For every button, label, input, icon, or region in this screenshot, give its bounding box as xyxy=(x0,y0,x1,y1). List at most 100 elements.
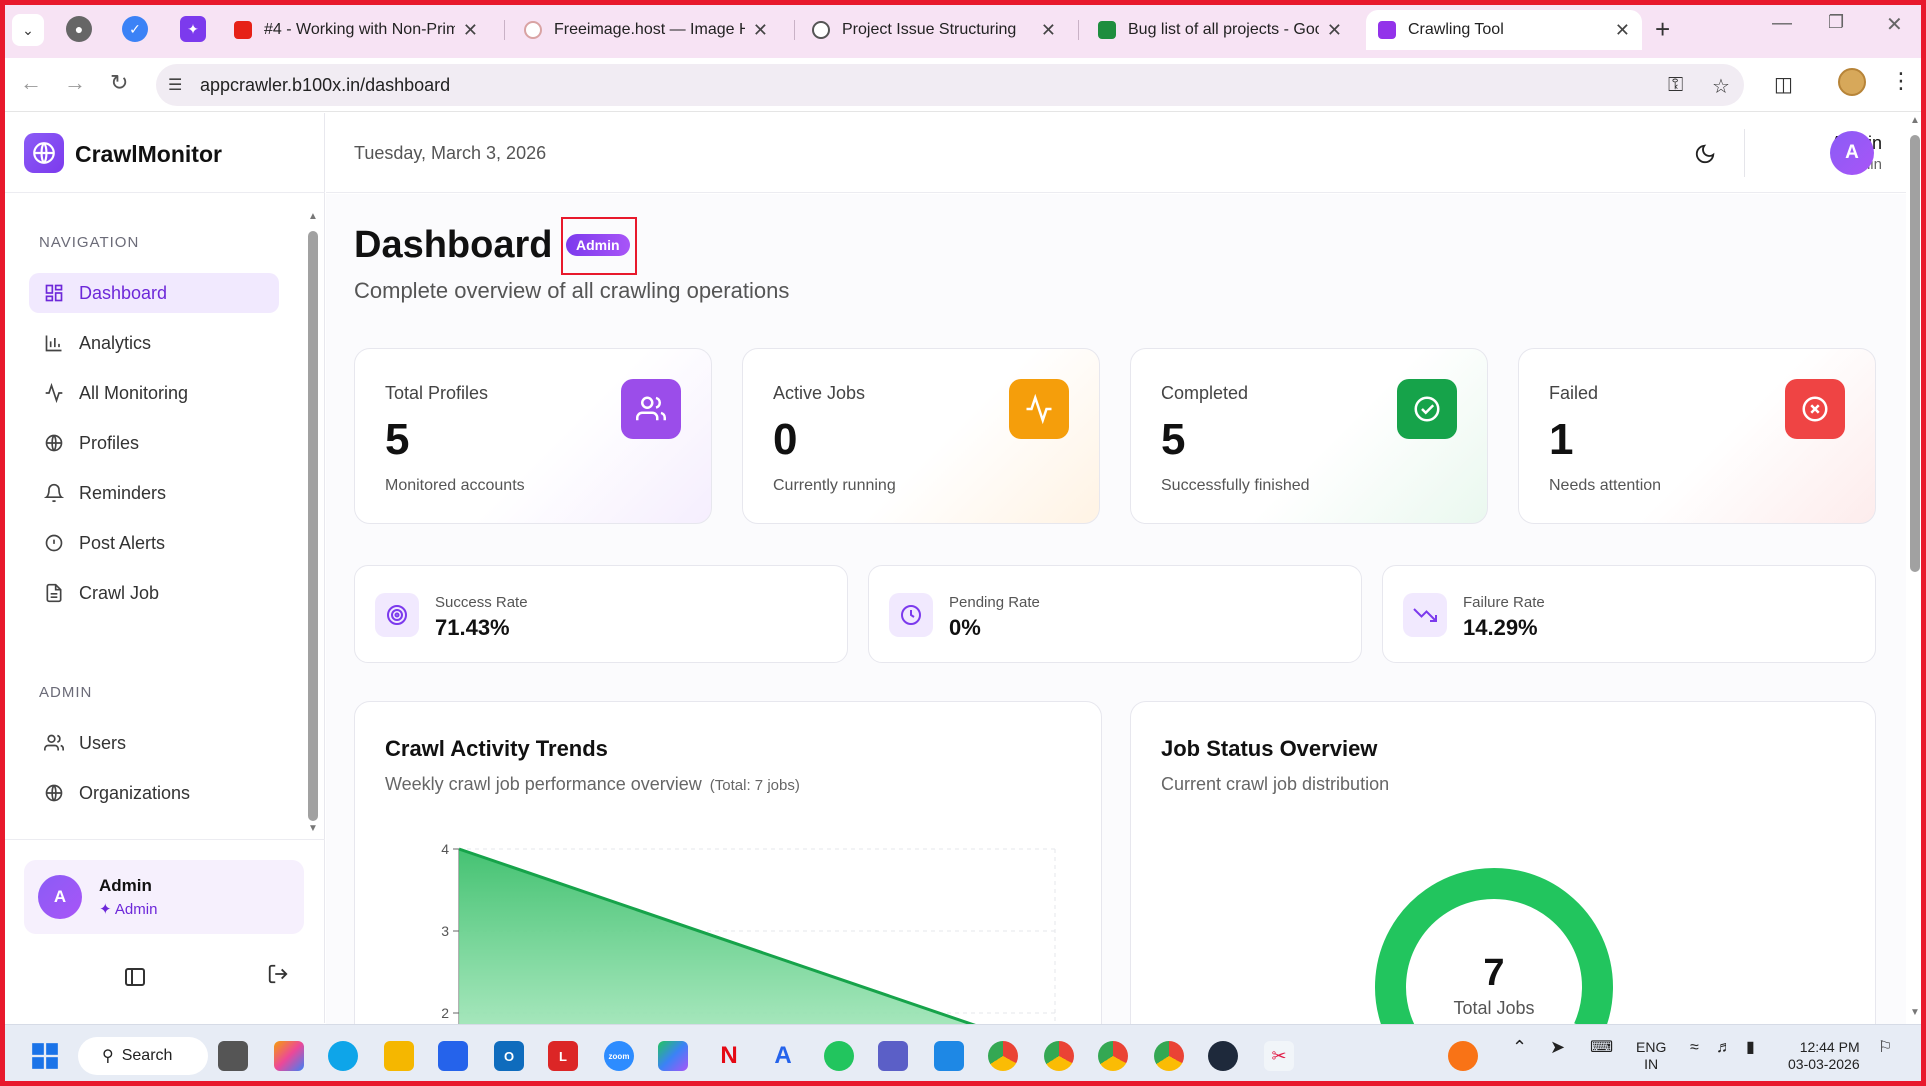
browser-profile-avatar[interactable] xyxy=(1838,68,1866,96)
toggle-sidebar-icon[interactable] xyxy=(125,968,145,986)
browser-tab[interactable]: #4 - Working with Non-Primit ✕ xyxy=(222,10,490,50)
main-scrollbar[interactable]: ▲ ▼ xyxy=(1908,113,1922,1023)
pinned-tab-tool-icon[interactable]: ✦ xyxy=(180,16,206,42)
close-tab-icon[interactable]: ✕ xyxy=(1615,20,1630,41)
bar-chart-icon xyxy=(43,332,65,354)
rate-card-failure[interactable]: Failure Rate 14.29% xyxy=(1382,565,1876,663)
teams-icon[interactable] xyxy=(878,1041,908,1071)
close-tab-icon[interactable]: ✕ xyxy=(753,20,768,41)
close-window-icon[interactable]: ✕ xyxy=(1886,12,1903,37)
notification-app-icon[interactable] xyxy=(1448,1041,1478,1071)
battery-icon[interactable]: ▮ xyxy=(1746,1039,1755,1056)
close-tab-icon[interactable]: ✕ xyxy=(463,20,478,41)
outlook-icon[interactable]: O xyxy=(494,1041,524,1071)
keyboard-icon[interactable]: ⌨ xyxy=(1590,1039,1613,1056)
file-icon xyxy=(43,582,65,604)
search-icon: ⚲ xyxy=(102,1048,114,1065)
bell-icon xyxy=(43,482,65,504)
browser-tab-active[interactable]: Crawling Tool ✕ xyxy=(1366,10,1642,50)
sidebar-item-analytics[interactable]: Analytics xyxy=(29,323,279,363)
sidebar-item-post-alerts[interactable]: Post Alerts xyxy=(29,523,279,563)
app-l-icon[interactable]: L xyxy=(548,1041,578,1071)
minimize-window-icon[interactable]: — xyxy=(1772,12,1792,35)
user-role-row: ✦ Admin xyxy=(99,901,158,918)
sidebar-item-all-monitoring[interactable]: All Monitoring xyxy=(29,373,279,413)
clock[interactable]: 12:44 PM 03-03-2026 xyxy=(1788,1039,1860,1073)
eclipse-icon[interactable] xyxy=(1208,1041,1238,1071)
close-tab-icon[interactable]: ✕ xyxy=(1041,20,1056,41)
store-icon[interactable] xyxy=(438,1041,468,1071)
freeimage-icon xyxy=(524,21,542,39)
crawl-activity-area-chart[interactable]: 4 3 2 xyxy=(355,822,1103,1024)
sidebar-item-profiles[interactable]: Profiles xyxy=(29,423,279,463)
tab-search-chevron-icon[interactable]: ⌄ xyxy=(12,14,44,46)
new-tab-button[interactable]: + xyxy=(1655,14,1670,45)
tray-chevron-icon[interactable]: ⌃ xyxy=(1512,1038,1527,1056)
extensions-icon[interactable]: ◫ xyxy=(1774,72,1793,97)
volume-icon[interactable]: ♬ xyxy=(1716,1039,1732,1056)
forward-button[interactable]: → xyxy=(64,70,86,96)
address-bar[interactable]: ☰ appcrawler.b100x.in/dashboard ⚿ ☆ xyxy=(156,64,1744,106)
m365-icon[interactable] xyxy=(658,1041,688,1071)
sidebar-item-reminders[interactable]: Reminders xyxy=(29,473,279,513)
wifi-icon[interactable]: ≈ xyxy=(1690,1039,1699,1056)
snipping-tool-icon[interactable]: ✂ xyxy=(1264,1041,1294,1071)
pinned-tab-app-icon[interactable]: ✓ xyxy=(122,16,148,42)
notification-center-icon[interactable]: ⚐ xyxy=(1878,1039,1892,1056)
task-view-icon[interactable] xyxy=(218,1041,248,1071)
sidebar-item-crawl-job[interactable]: Crawl Job xyxy=(29,573,279,613)
pinned-tab-chatgpt-icon[interactable]: ● xyxy=(66,16,92,42)
reload-button[interactable]: ↻ xyxy=(110,70,128,96)
chrome-profile-1-icon[interactable] xyxy=(988,1041,1018,1071)
location-icon[interactable]: ➤ xyxy=(1550,1038,1565,1056)
sidebar-item-dashboard[interactable]: Dashboard xyxy=(29,273,279,313)
stat-card-completed[interactable]: Completed 5 Successfully finished xyxy=(1130,348,1488,524)
bookmark-star-icon[interactable]: ☆ xyxy=(1712,74,1730,99)
main-header: Tuesday, March 3, 2026 Admin Admin A xyxy=(326,113,1906,193)
vscode-icon[interactable] xyxy=(934,1041,964,1071)
windows-start-icon[interactable] xyxy=(30,1041,60,1071)
file-explorer-icon[interactable] xyxy=(384,1041,414,1071)
logout-icon[interactable] xyxy=(267,963,289,990)
header-avatar[interactable]: A xyxy=(1830,131,1874,175)
close-tab-icon[interactable]: ✕ xyxy=(1327,20,1342,41)
chrome-profile-3-icon[interactable] xyxy=(1098,1041,1128,1071)
translate-icon[interactable]: A xyxy=(768,1041,798,1071)
site-settings-icon[interactable]: ☰ xyxy=(168,75,190,95)
area-fill xyxy=(459,849,972,1024)
netflix-icon[interactable]: N xyxy=(714,1041,744,1071)
sidebar-user-card[interactable]: A Admin ✦ Admin xyxy=(24,860,304,934)
whatsapp-icon[interactable] xyxy=(824,1041,854,1071)
sidebar-item-organizations[interactable]: Organizations xyxy=(29,773,279,813)
browser-tab[interactable]: Freeimage.host — Image Hos ✕ xyxy=(512,10,780,50)
rate-card-success[interactable]: Success Rate 71.43% xyxy=(354,565,848,663)
zoom-icon[interactable]: zoom xyxy=(604,1041,634,1071)
browser-menu-icon[interactable]: ⋮ xyxy=(1890,68,1912,94)
rate-card-pending[interactable]: Pending Rate 0% xyxy=(868,565,1362,663)
sidebar-scrollbar[interactable]: ▲ ▼ xyxy=(308,211,318,834)
stat-card-failed[interactable]: Failed 1 Needs attention xyxy=(1518,348,1876,524)
password-key-icon[interactable]: ⚿ xyxy=(1668,74,1683,97)
stat-card-active-jobs[interactable]: Active Jobs 0 Currently running xyxy=(742,348,1100,524)
chrome-profile-4-icon[interactable] xyxy=(1154,1041,1184,1071)
globe-icon xyxy=(43,432,65,454)
sidebar-item-users[interactable]: Users xyxy=(29,723,279,763)
chrome-profile-2-icon[interactable] xyxy=(1044,1041,1074,1071)
target-icon xyxy=(375,593,419,637)
back-button[interactable]: ← xyxy=(20,70,42,96)
taskbar-search[interactable]: ⚲ Search xyxy=(78,1037,208,1075)
google-sheets-icon xyxy=(1098,21,1116,39)
language-indicator[interactable]: ENG IN xyxy=(1636,1039,1666,1073)
stat-card-total-profiles[interactable]: Total Profiles 5 Monitored accounts xyxy=(354,348,712,524)
url-text[interactable]: appcrawler.b100x.in/dashboard xyxy=(200,75,450,96)
edge-icon[interactable] xyxy=(328,1041,358,1071)
activity-icon xyxy=(43,382,65,404)
role-badge: Admin xyxy=(566,234,630,256)
copilot-icon[interactable] xyxy=(274,1041,304,1071)
users-icon xyxy=(621,379,681,439)
users-icon xyxy=(43,732,65,754)
dark-mode-moon-icon[interactable] xyxy=(1694,143,1716,170)
browser-tab[interactable]: Project Issue Structuring ✕ xyxy=(800,10,1068,50)
browser-tab[interactable]: Bug list of all projects - Goog ✕ xyxy=(1086,10,1354,50)
restore-window-icon[interactable]: ❐ xyxy=(1828,12,1844,33)
